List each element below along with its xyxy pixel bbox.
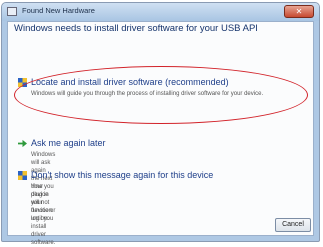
window-title: Found New Hardware xyxy=(22,6,95,15)
title-bar: Found New Hardware ✕ xyxy=(2,3,319,21)
option-title: Ask me again later xyxy=(31,138,106,148)
option-title: Don't show this message again for this d… xyxy=(31,170,214,180)
cancel-button[interactable]: Cancel xyxy=(275,218,311,232)
window-icon xyxy=(7,7,17,16)
shield-icon xyxy=(18,171,27,180)
option-description: Your device will not function until you … xyxy=(31,184,56,246)
close-button[interactable]: ✕ xyxy=(284,5,314,18)
highlight-ellipse xyxy=(14,66,308,124)
dialog-heading: Windows needs to install driver software… xyxy=(14,23,258,34)
green-arrow-icon xyxy=(18,139,27,148)
